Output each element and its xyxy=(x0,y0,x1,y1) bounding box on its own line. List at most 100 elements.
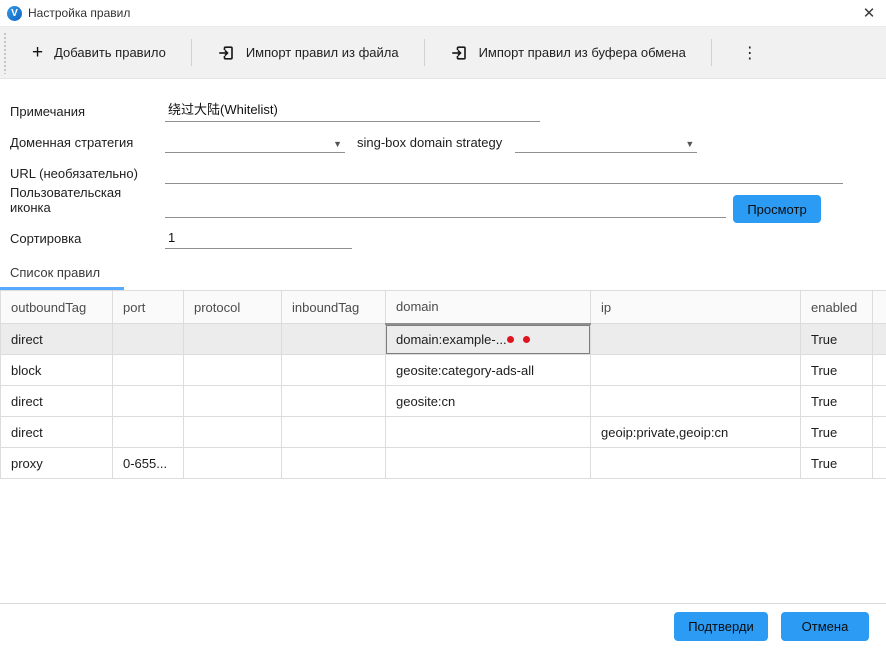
import-icon xyxy=(217,44,235,62)
sort-input[interactable]: 1 xyxy=(165,230,352,249)
cell-protocol[interactable] xyxy=(184,448,282,479)
more-options-button[interactable]: ⋮ xyxy=(712,27,788,78)
column-header-inboundTag[interactable]: inboundTag xyxy=(282,291,386,324)
tab-rules-list-label: Список правил xyxy=(10,265,100,280)
cell-inboundTag[interactable] xyxy=(282,386,386,417)
cell-ip[interactable] xyxy=(591,386,801,417)
url-input[interactable] xyxy=(165,180,843,184)
cell-enabled[interactable]: True xyxy=(801,324,873,355)
cell-protocol[interactable] xyxy=(184,386,282,417)
domain-strategy-select[interactable]: ▼ xyxy=(165,133,345,153)
cancel-button[interactable]: Отмена xyxy=(781,612,869,641)
cell-port[interactable] xyxy=(113,324,184,355)
custom-icon-input[interactable] xyxy=(165,214,726,218)
url-row: URL (необязательно) xyxy=(10,153,886,184)
footer: Подтверди Отмена xyxy=(0,603,886,649)
cell-inboundTag[interactable] xyxy=(282,417,386,448)
table-row: direct geoip:private,geoip:cnTrue xyxy=(1,417,886,448)
cell-enabled[interactable]: True xyxy=(801,448,873,479)
cell-outboundTag[interactable]: proxy xyxy=(1,448,113,479)
column-header-ip[interactable]: ip xyxy=(591,291,801,324)
import-file-label: Импорт правил из файла xyxy=(246,45,399,60)
cell-port[interactable] xyxy=(113,417,184,448)
window-title: Настройка правил xyxy=(28,6,130,20)
cell-enabled[interactable]: True xyxy=(801,417,873,448)
notes-label: Примечания xyxy=(10,104,165,122)
import-icon xyxy=(450,44,468,62)
rule-form: Примечания 绕过大陆(Whitelist) Доменная стра… xyxy=(0,79,886,249)
sort-label: Сортировка xyxy=(10,231,165,249)
column-header-port[interactable]: port xyxy=(113,291,184,324)
cell-pad xyxy=(873,324,886,355)
cell-enabled[interactable]: True xyxy=(801,386,873,417)
rules-table-body: direct domain:example-... True block geosite… xyxy=(1,324,886,479)
cell-pad xyxy=(873,355,886,386)
confirm-button[interactable]: Подтверди xyxy=(674,612,768,641)
add-rule-label: Добавить правило xyxy=(54,45,166,60)
cell-outboundTag[interactable]: direct xyxy=(1,417,113,448)
domain-strategy-row: Доменная стратегия ▼ sing-box domain str… xyxy=(10,122,886,153)
custom-icon-label: Пользовательская иконка xyxy=(10,185,165,218)
rules-table: outboundTagportprotocolinboundTagdomaini… xyxy=(0,290,886,479)
table-row: direct geosite:cn True xyxy=(1,386,886,417)
close-icon[interactable]: ✕ xyxy=(852,0,886,26)
cell-protocol[interactable] xyxy=(184,324,282,355)
cell-protocol[interactable] xyxy=(184,417,282,448)
cell-domain[interactable] xyxy=(386,448,591,479)
plus-icon: + xyxy=(32,43,43,62)
import-clipboard-label: Импорт правил из буфера обмена xyxy=(479,45,686,60)
notes-input[interactable]: 绕过大陆(Whitelist) xyxy=(165,99,540,122)
tabbar: Список правил xyxy=(0,258,886,290)
toolbar: + Добавить правило Импорт правил из файл… xyxy=(0,27,886,79)
cell-port[interactable]: 0-655... xyxy=(113,448,184,479)
column-header-domain[interactable]: domain xyxy=(386,291,591,324)
red-dot-icon xyxy=(523,336,530,343)
cell-port[interactable] xyxy=(113,386,184,417)
cell-protocol[interactable] xyxy=(184,355,282,386)
cell-ip[interactable]: geoip:private,geoip:cn xyxy=(591,417,801,448)
cell-outboundTag[interactable]: direct xyxy=(1,324,113,355)
cell-inboundTag[interactable] xyxy=(282,448,386,479)
column-header-outboundTag[interactable]: outboundTag xyxy=(1,291,113,324)
cell-domain[interactable] xyxy=(386,417,591,448)
cell-ip[interactable] xyxy=(591,324,801,355)
kebab-icon: ⋮ xyxy=(742,43,758,63)
notes-row: Примечания 绕过大陆(Whitelist) xyxy=(10,91,886,122)
table-row: direct domain:example-... True xyxy=(1,324,886,355)
cell-port[interactable] xyxy=(113,355,184,386)
tab-rules-list[interactable]: Список правил xyxy=(0,258,124,290)
domain-strategy-label: Доменная стратегия xyxy=(10,135,165,153)
table-row: block geosite:category-ads-all True xyxy=(1,355,886,386)
column-header-pad xyxy=(873,291,886,324)
cell-outboundTag[interactable]: block xyxy=(1,355,113,386)
import-file-button[interactable]: Импорт правил из файла xyxy=(192,27,424,78)
cell-ip[interactable] xyxy=(591,448,801,479)
cell-pad xyxy=(873,417,886,448)
cell-domain[interactable]: geosite:cn xyxy=(386,386,591,417)
cell-domain[interactable]: domain:example-... xyxy=(386,324,591,355)
chevron-down-icon: ▼ xyxy=(333,139,342,149)
cell-outboundTag[interactable]: direct xyxy=(1,386,113,417)
singbox-strategy-select[interactable]: ▼ xyxy=(515,133,697,153)
add-rule-button[interactable]: + Добавить правило xyxy=(7,27,191,78)
red-dot-icon xyxy=(507,336,514,343)
custom-icon-row: Пользовательская иконка Просмотр xyxy=(10,184,886,218)
cell-inboundTag[interactable] xyxy=(282,324,386,355)
cell-pad xyxy=(873,448,886,479)
active-tab-indicator xyxy=(0,287,124,290)
cell-text: domain:example-... xyxy=(396,332,507,347)
table-empty-area xyxy=(0,479,886,603)
cell-pad xyxy=(873,386,886,417)
cell-enabled[interactable]: True xyxy=(801,355,873,386)
url-label: URL (необязательно) xyxy=(10,166,165,184)
chevron-down-icon: ▼ xyxy=(685,139,694,149)
cell-ip[interactable] xyxy=(591,355,801,386)
titlebar: V Настройка правил ✕ xyxy=(0,0,886,27)
cell-domain[interactable]: geosite:category-ads-all xyxy=(386,355,591,386)
column-header-enabled[interactable]: enabled xyxy=(801,291,873,324)
import-clipboard-button[interactable]: Импорт правил из буфера обмена xyxy=(425,27,711,78)
cell-inboundTag[interactable] xyxy=(282,355,386,386)
column-header-protocol[interactable]: protocol xyxy=(184,291,282,324)
preview-button[interactable]: Просмотр xyxy=(733,195,821,223)
table-row: proxy0-655... True xyxy=(1,448,886,479)
